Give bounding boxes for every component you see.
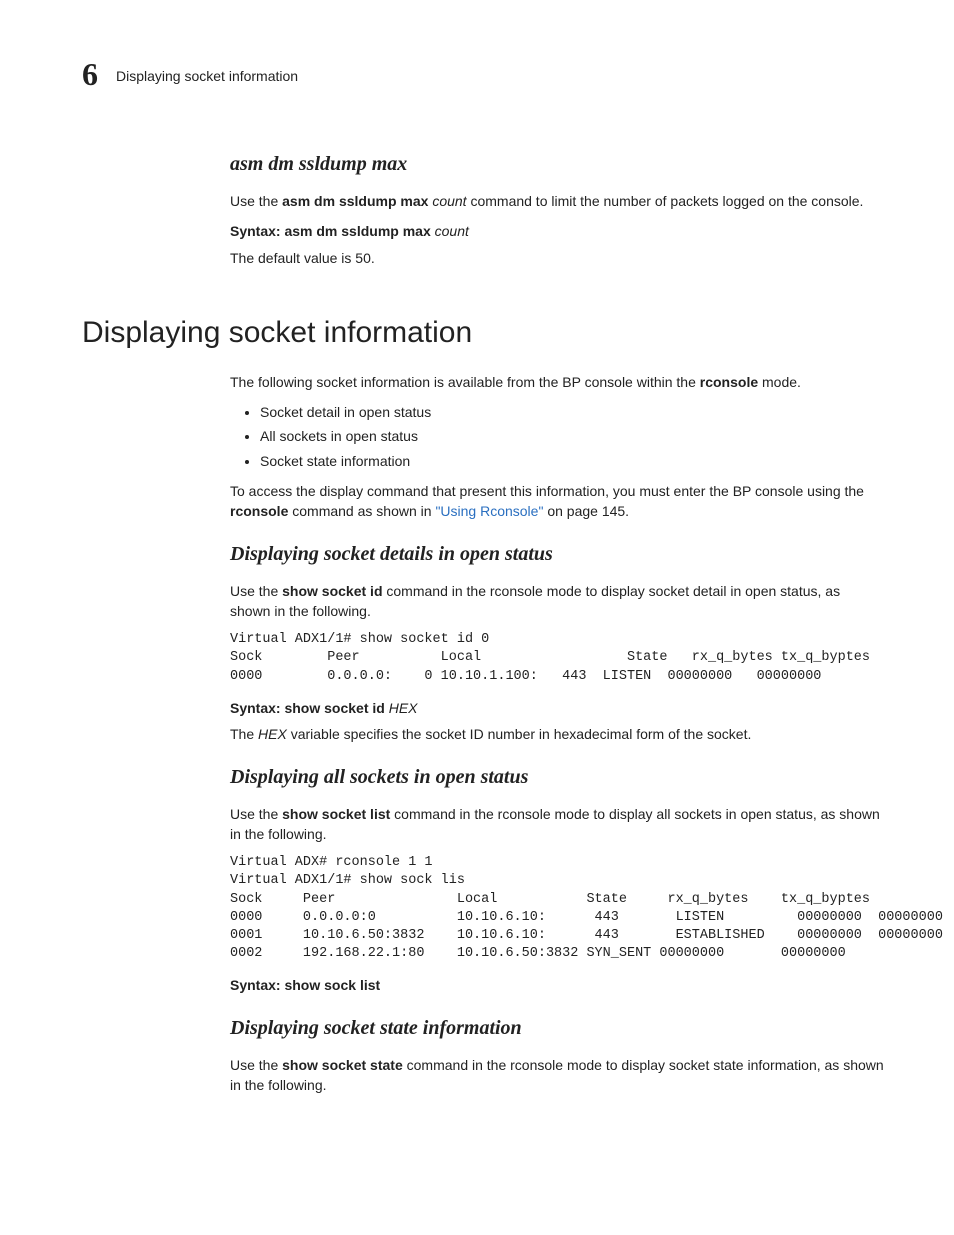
body-content-2: The following socket information is avai… — [230, 372, 884, 1095]
page: 6 Displaying socket information asm dm s… — [0, 0, 954, 1235]
text: on page 145. — [543, 503, 629, 519]
heading-ssldump: asm dm ssldump max — [230, 150, 884, 179]
text: Use the — [230, 193, 282, 209]
list-item: All sockets in open status — [260, 426, 884, 446]
syntax-label: Syntax: — [230, 223, 281, 239]
para-ssldump-1: Use the asm dm ssldump max count command… — [230, 191, 884, 211]
para-detail-1: Use the show socket id command in the rc… — [230, 581, 884, 622]
chapter-number: 6 — [82, 58, 98, 90]
para-detail-2: The HEX variable specifies the socket ID… — [230, 724, 884, 744]
text: mode. — [758, 374, 801, 390]
syntax-label: Syntax: — [230, 700, 281, 716]
body-content: asm dm ssldump max Use the asm dm ssldum… — [230, 150, 884, 268]
text: Use the — [230, 806, 282, 822]
text: command as shown in — [288, 503, 435, 519]
syntax-cmd: show socket id — [284, 700, 384, 716]
link-using-rconsole[interactable]: "Using Rconsole" — [435, 503, 543, 519]
para-intro-2: To access the display command that prese… — [230, 481, 884, 522]
code-block-list: Virtual ADX# rconsole 1 1 Virtual ADX1/1… — [230, 854, 884, 963]
text: variable specifies the socket ID number … — [287, 726, 752, 742]
syntax-arg: HEX — [389, 700, 418, 716]
cmd-arg: count — [432, 193, 466, 209]
heading-state: Displaying socket state information — [230, 1014, 884, 1043]
text: The following socket information is avai… — [230, 374, 700, 390]
para-list-1: Use the show socket list command in the … — [230, 804, 884, 845]
heading-main: Displaying socket information — [82, 316, 884, 350]
text: command to limit the number of packets l… — [467, 193, 864, 209]
para-intro-1: The following socket information is avai… — [230, 372, 884, 392]
text: Use the — [230, 583, 282, 599]
cmd-bold: rconsole — [230, 503, 288, 519]
cmd-bold: show socket list — [282, 806, 390, 822]
para-state-1: Use the show socket state command in the… — [230, 1055, 884, 1096]
list-item: Socket state information — [260, 451, 884, 471]
syntax-detail: Syntax: show socket id HEX — [230, 698, 884, 718]
syntax-ssldump: Syntax: asm dm ssldump max count — [230, 221, 884, 241]
running-head: 6 Displaying socket information — [82, 58, 884, 90]
cmd-bold: rconsole — [700, 374, 758, 390]
text: The — [230, 726, 258, 742]
cmd-bold: show socket state — [282, 1057, 403, 1073]
syntax-arg: count — [435, 223, 469, 239]
syntax-list: Syntax: show sock list — [230, 975, 884, 995]
para-ssldump-2: The default value is 50. — [230, 248, 884, 268]
code-block-detail: Virtual ADX1/1# show socket id 0 Sock Pe… — [230, 631, 884, 686]
var-italic: HEX — [258, 726, 287, 742]
intro-bullet-list: Socket detail in open status All sockets… — [230, 402, 884, 471]
heading-list: Displaying all sockets in open status — [230, 763, 884, 792]
text: Use the — [230, 1057, 282, 1073]
syntax-cmd: asm dm ssldump max — [284, 223, 430, 239]
syntax-cmd: show sock list — [284, 977, 380, 993]
text: To access the display command that prese… — [230, 483, 864, 499]
heading-detail: Displaying socket details in open status — [230, 540, 884, 569]
chapter-title: Displaying socket information — [116, 68, 298, 84]
list-item: Socket detail in open status — [260, 402, 884, 422]
syntax-label: Syntax: — [230, 977, 281, 993]
cmd-bold: asm dm ssldump max — [282, 193, 428, 209]
cmd-bold: show socket id — [282, 583, 382, 599]
